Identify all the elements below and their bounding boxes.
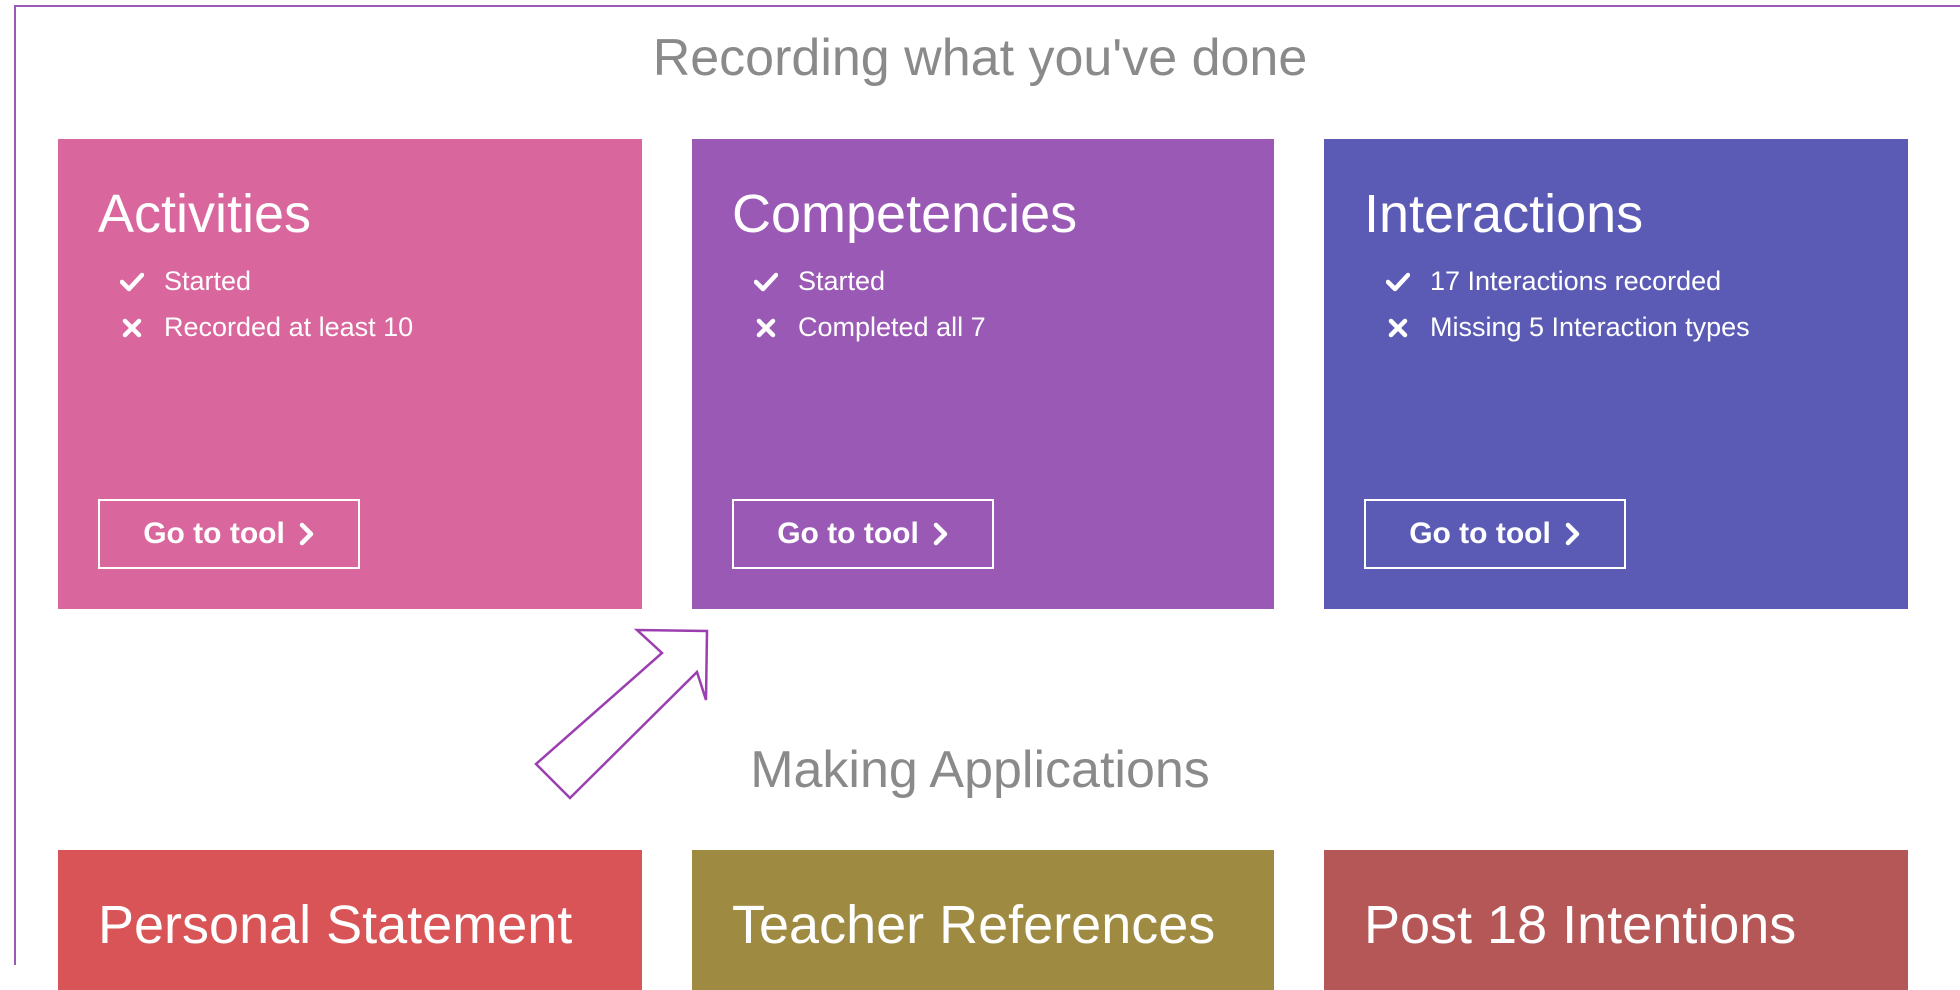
status-list: Started Completed all 7 [732, 259, 1234, 351]
chevron-right-icon [1565, 522, 1581, 546]
card-title: Teacher References [732, 895, 1216, 955]
teacher-references-card[interactable]: Teacher References [692, 850, 1274, 990]
status-text: Started [798, 266, 886, 296]
section-title-applications: Making Applications [750, 741, 1210, 799]
go-to-tool-button[interactable]: Go to tool [98, 499, 360, 569]
activities-card: Activities Started Recorded at least 10 … [58, 139, 642, 609]
chevron-right-icon [933, 522, 949, 546]
section-title-recording: Recording what you've done [652, 29, 1308, 87]
interactions-card: Interactions 17 Interactions recorded Mi… [1324, 139, 1908, 609]
status-text: 17 Interactions recorded [1430, 266, 1722, 296]
button-label: Go to tool [777, 517, 919, 550]
cross-icon [118, 318, 146, 338]
chevron-right-icon [299, 522, 315, 546]
card-title: Competencies [732, 184, 1078, 244]
card-title: Interactions [1364, 184, 1644, 244]
card-title: Activities [98, 184, 312, 244]
cross-icon [752, 318, 780, 338]
status-item: Missing 5 Interaction types [1384, 305, 1868, 351]
go-to-tool-button[interactable]: Go to tool [732, 499, 994, 569]
button-label: Go to tool [1409, 517, 1551, 550]
status-item: Completed all 7 [752, 305, 1234, 351]
button-label: Go to tool [143, 517, 285, 550]
check-icon [1384, 272, 1412, 292]
check-icon [118, 272, 146, 292]
status-text: Started [164, 266, 252, 296]
competencies-card: Competencies Started Completed all 7 Go … [692, 139, 1274, 609]
status-item: Started [752, 259, 1234, 305]
check-icon [752, 272, 780, 292]
card-title: Post 18 Intentions [1364, 895, 1797, 955]
card-title: Personal Statement [98, 895, 573, 955]
post-18-intentions-card[interactable]: Post 18 Intentions [1324, 850, 1908, 990]
status-list: Started Recorded at least 10 [98, 259, 602, 351]
status-list: 17 Interactions recorded Missing 5 Inter… [1364, 259, 1868, 351]
personal-statement-card[interactable]: Personal Statement [58, 850, 642, 990]
status-item: Started [118, 259, 602, 305]
go-to-tool-button[interactable]: Go to tool [1364, 499, 1626, 569]
status-item: Recorded at least 10 [118, 305, 602, 351]
status-text: Recorded at least 10 [164, 312, 414, 342]
status-text: Completed all 7 [798, 312, 986, 342]
cross-icon [1384, 318, 1412, 338]
status-item: 17 Interactions recorded [1384, 259, 1868, 305]
status-text: Missing 5 Interaction types [1430, 312, 1750, 342]
